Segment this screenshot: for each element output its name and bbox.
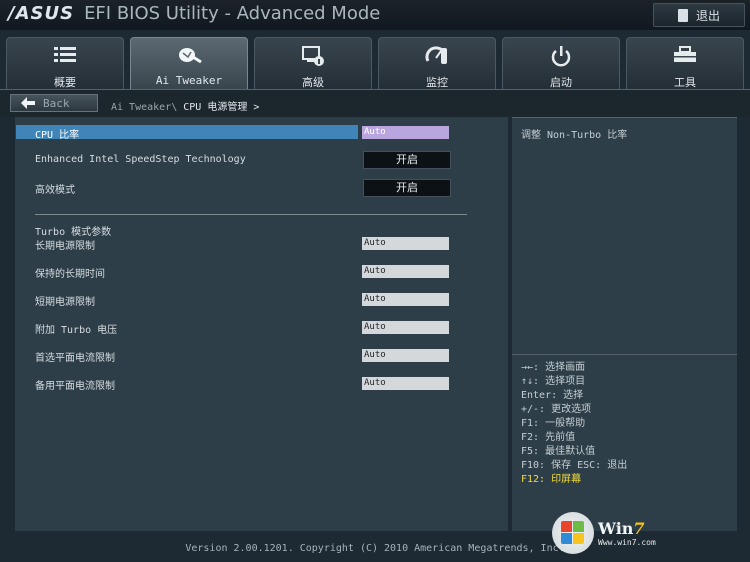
watermark-word: Win7 bbox=[598, 519, 656, 538]
secondary-plane-current-value[interactable]: Auto bbox=[362, 377, 449, 390]
tab-label: Ai Tweaker bbox=[155, 74, 223, 87]
primary-plane-current-value[interactable]: Auto bbox=[362, 349, 449, 362]
setting-label: 附加 Turbo 电压 bbox=[35, 325, 118, 336]
advanced-settings-icon bbox=[302, 46, 324, 66]
short-power-limit-value[interactable]: Auto bbox=[362, 293, 449, 306]
app-title: /ASUS EFI BIOS Utility - Advanced Mode bbox=[8, 3, 380, 24]
setting-label: 备用平面电流限制 bbox=[35, 381, 115, 392]
ai-tweaker-icon bbox=[179, 48, 202, 64]
tool-icon bbox=[674, 46, 696, 62]
long-duration-value[interactable]: Auto bbox=[362, 265, 449, 278]
key-help-list: →←: 选择画面 ↑↓: 选择项目 Enter: 选择 +/-: 更改选项 F1… bbox=[521, 361, 627, 487]
tab-boot[interactable]: 启动 bbox=[502, 37, 620, 89]
list-icon bbox=[54, 47, 76, 62]
help-line: F1: 一般帮助 bbox=[521, 418, 586, 429]
tab-advanced[interactable]: 高级 bbox=[254, 37, 372, 89]
help-line-highlight: F12: 印屏幕 bbox=[521, 474, 582, 485]
watermark: Win7 Www.win7.com bbox=[552, 512, 656, 554]
item-description: 调整 Non-Turbo 比率 bbox=[521, 130, 628, 141]
watermark-win: Win bbox=[598, 519, 634, 538]
main-tabs: 概要 Ai Tweaker 高级 监控 启动 工具 bbox=[0, 37, 750, 89]
tab-ai-tweaker[interactable]: Ai Tweaker bbox=[130, 37, 248, 89]
power-icon bbox=[551, 46, 571, 67]
setting-label: 短期电源限制 bbox=[35, 297, 95, 308]
exit-door-icon bbox=[677, 8, 688, 22]
help-line: F10: 保存 ESC: 退出 bbox=[521, 460, 628, 471]
setting-label: CPU 比率 bbox=[35, 130, 80, 141]
long-power-limit-value[interactable]: Auto bbox=[362, 237, 449, 250]
turbo-voltage-value[interactable]: Auto bbox=[362, 321, 449, 334]
back-label: Back bbox=[43, 96, 70, 110]
exit-button[interactable]: 退出 bbox=[653, 3, 745, 27]
efficiency-mode-toggle[interactable]: 开启 bbox=[363, 179, 451, 197]
help-line: Enter: 选择 bbox=[521, 390, 584, 401]
tab-label: 监控 bbox=[426, 76, 448, 89]
help-divider-top bbox=[512, 117, 737, 118]
settings-panel: CPU 比率 Auto Enhanced Intel SpeedStep Tec… bbox=[15, 117, 508, 531]
monitor-gauge-icon bbox=[425, 46, 447, 64]
help-line: ↑↓: 选择项目 bbox=[521, 376, 586, 387]
help-line: →←: 选择画面 bbox=[521, 362, 586, 373]
tab-label: 启动 bbox=[550, 76, 572, 89]
back-arrow-icon bbox=[21, 97, 35, 109]
help-line: +/-: 更改选项 bbox=[521, 404, 592, 415]
tab-label: 高级 bbox=[302, 76, 324, 89]
speedstep-toggle[interactable]: 开启 bbox=[363, 151, 451, 169]
setting-label: 保持的长期时间 bbox=[35, 269, 105, 280]
cpu-ratio-value[interactable]: Auto bbox=[362, 126, 449, 139]
breadcrumb: Ai Tweaker\ CPU 电源管理 > bbox=[111, 98, 259, 113]
tab-overview[interactable]: 概要 bbox=[6, 37, 124, 89]
help-line: F5: 最佳默认值 bbox=[521, 446, 596, 457]
setting-label: 长期电源限制 bbox=[35, 241, 95, 252]
title-bar: /ASUS EFI BIOS Utility - Advanced Mode 退出 bbox=[0, 0, 750, 30]
breadcrumb-current: CPU 电源管理 > bbox=[183, 102, 260, 113]
back-button[interactable]: Back bbox=[10, 94, 98, 112]
setting-label: 高效模式 bbox=[35, 185, 75, 196]
section-divider bbox=[35, 214, 467, 215]
tab-tool[interactable]: 工具 bbox=[626, 37, 744, 89]
tab-label: 概要 bbox=[54, 76, 76, 89]
help-panel: 调整 Non-Turbo 比率 →←: 选择画面 ↑↓: 选择项目 Enter:… bbox=[512, 117, 737, 531]
watermark-url: Www.win7.com bbox=[598, 538, 656, 547]
help-divider bbox=[512, 354, 737, 355]
setting-label: 首选平面电流限制 bbox=[35, 353, 115, 364]
breadcrumb-parent: Ai Tweaker\ bbox=[111, 102, 178, 113]
asus-logo: /ASUS bbox=[8, 3, 75, 24]
tab-monitor[interactable]: 监控 bbox=[378, 37, 496, 89]
exit-label: 退出 bbox=[695, 8, 720, 23]
tab-label: 工具 bbox=[674, 76, 696, 89]
window-title: EFI BIOS Utility - Advanced Mode bbox=[84, 3, 381, 24]
navigation-bar: Back Ai Tweaker\ CPU 电源管理 > bbox=[0, 89, 750, 117]
setting-label: Enhanced Intel SpeedStep Technology bbox=[35, 154, 246, 165]
help-line: F2: 先前值 bbox=[521, 432, 576, 443]
setting-row-cpu-ratio[interactable]: CPU 比率 bbox=[16, 125, 358, 141]
windows-logo-icon bbox=[552, 512, 594, 554]
watermark-seven: 7 bbox=[633, 519, 645, 538]
